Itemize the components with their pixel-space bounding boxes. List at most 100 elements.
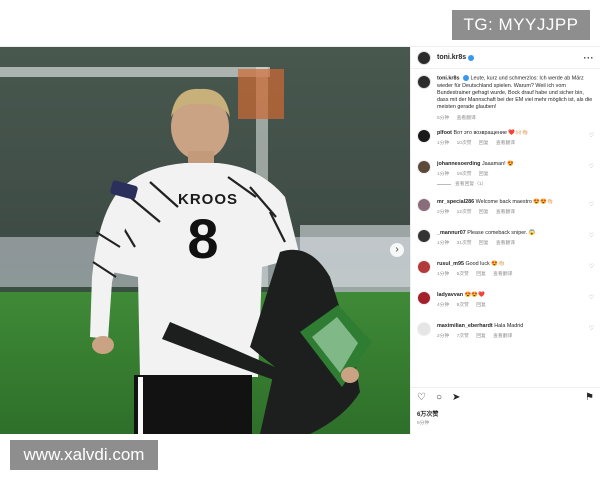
comment-likes[interactable]: 19次赞 — [457, 172, 472, 177]
view-replies-link[interactable]: 查看回复（1） — [437, 181, 587, 188]
more-options-icon[interactable]: ··· — [584, 53, 595, 63]
chevron-right-icon: › — [395, 244, 399, 255]
comment-item: _mannur07 Please comeback sniper. 😱 1分钟 … — [417, 229, 594, 260]
comment-avatar[interactable] — [417, 260, 431, 275]
comment-text: Welcome back maestro 😍😍👏🏻 — [475, 199, 554, 206]
translate-link[interactable]: 查看翻译 — [457, 116, 476, 121]
caption-text: Leute, kurz und schmerzlos: Ich werde ab… — [437, 75, 593, 111]
comment-likes[interactable]: 5次赞 — [457, 272, 469, 277]
page: KROOS 8 › toni.kr8s ··· toni.kr8s Leute,… — [0, 0, 600, 480]
jersey-number: 8 — [187, 207, 219, 270]
comment-item: ladyavvan 😍😍❤️ 4分钟 8次赞 回复 ♡ — [417, 291, 594, 322]
comment-item: rusul_m95 Good luck 😍👏🏻 1分钟 5次赞 回复 查看翻译 … — [417, 260, 594, 291]
comment-item: johannesoerding Jaaaman! 😍 1分钟 19次赞 回复 查… — [417, 160, 594, 198]
like-button-icon[interactable]: ♡ — [417, 392, 426, 403]
save-button-icon[interactable]: ⚑ — [585, 392, 594, 403]
comment-meta: 1分钟 19次赞 回复 — [437, 171, 587, 178]
comment-time: 1分钟 — [437, 241, 450, 247]
share-button-icon[interactable]: ➤ — [452, 392, 460, 403]
translate-link[interactable]: 查看翻译 — [493, 272, 512, 277]
reply-link[interactable]: 回复 — [479, 210, 489, 215]
comment-avatar[interactable] — [417, 291, 431, 306]
comment-text: Please comeback sniper. 😱 — [467, 230, 536, 237]
comments-list[interactable]: toni.kr8s Leute, kurz und schmerzlos: Ic… — [411, 69, 600, 367]
comment-likes[interactable]: 31次赞 — [457, 241, 472, 246]
heart-icon[interactable]: ♡ — [589, 163, 594, 170]
comment-text: Jaaaman! 😍 — [481, 161, 514, 168]
comment-avatar[interactable] — [417, 129, 431, 144]
likes-count[interactable]: 6万次赞 — [417, 409, 438, 418]
comment-username[interactable]: rusul_m95 — [437, 261, 464, 267]
comment-avatar[interactable] — [417, 198, 431, 213]
post-sidebar: toni.kr8s ··· toni.kr8s Leute, kurz und … — [410, 47, 600, 434]
heart-icon[interactable]: ♡ — [589, 294, 594, 301]
comment-username[interactable]: maximilian_eberhardt — [437, 323, 493, 329]
comment-text: 😍😍❤️ — [464, 292, 485, 299]
comment-likes[interactable]: 8次赞 — [457, 303, 469, 308]
caption-avatar[interactable] — [417, 75, 431, 89]
heart-icon[interactable]: ♡ — [589, 132, 594, 139]
reply-link[interactable]: 回复 — [476, 303, 486, 308]
next-image-button[interactable]: › — [390, 243, 404, 257]
reply-link[interactable]: 回复 — [479, 241, 489, 246]
translate-link[interactable]: 查看翻译 — [493, 334, 512, 339]
caption-username[interactable]: toni.kr8s — [437, 75, 459, 81]
post-photo[interactable]: KROOS 8 › — [0, 47, 410, 434]
comment-button-icon[interactable]: ○ — [436, 392, 442, 403]
comment-item: maximilian_eberhardt Hala Madrid 2分钟 7次赞… — [417, 322, 594, 353]
heart-icon[interactable]: ♡ — [589, 263, 594, 270]
comment-time: 1分钟 — [437, 272, 450, 278]
post-header: toni.kr8s ··· — [411, 47, 600, 69]
jersey-name: KROOS — [178, 191, 239, 208]
caption-time: 5分钟 — [437, 116, 450, 122]
watermark-bottom: www.xalvdi.com — [10, 440, 158, 470]
comment-meta: 2分钟 7次赞 回复 查看翻译 — [437, 333, 587, 340]
comment-text: Good luck 😍👏🏻 — [465, 261, 505, 268]
comment-meta: 1分钟 10次赞 回复 查看翻译 — [437, 140, 587, 147]
comment-username[interactable]: plfoot — [437, 130, 452, 136]
verified-badge-icon — [462, 75, 469, 81]
verified-badge-icon — [468, 54, 475, 61]
comment-likes[interactable]: 12次赞 — [457, 210, 472, 215]
reply-link[interactable]: 回复 — [479, 141, 489, 146]
comment-time: 2分钟 — [437, 210, 450, 216]
comment-avatar[interactable] — [417, 322, 431, 337]
comment-text: Вот это возвращение ❤️🙌🏻👏🏻 — [453, 130, 529, 137]
comment-username[interactable]: mr_special286 — [437, 199, 474, 205]
comment-time: 4分钟 — [437, 303, 450, 309]
comment-avatar[interactable] — [417, 160, 431, 175]
header-username[interactable]: toni.kr8s — [437, 54, 466, 61]
caption-meta: 5分钟 查看翻译 — [437, 114, 594, 121]
comment-likes[interactable]: 7次赞 — [457, 334, 469, 339]
post-time: 5分钟 — [417, 421, 430, 426]
comment-username[interactable]: _mannur07 — [437, 230, 466, 236]
comment-meta: 1分钟 5次赞 回复 查看翻译 — [437, 271, 587, 278]
heart-icon[interactable]: ♡ — [589, 232, 594, 239]
comment-username[interactable]: johannesoerding — [437, 161, 480, 167]
comment-avatar[interactable] — [417, 229, 431, 244]
comment-time: 2分钟 — [437, 334, 450, 340]
comment-item: mr_special286 Welcome back maestro 😍😍👏🏻 … — [417, 198, 594, 229]
avatar[interactable] — [417, 50, 431, 65]
reply-link[interactable]: 回复 — [476, 334, 486, 339]
instagram-post: KROOS 8 › toni.kr8s ··· toni.kr8s Leute,… — [0, 46, 600, 434]
translate-link[interactable]: 查看翻译 — [496, 210, 515, 215]
watermark-top: TG: MYYJJPP — [452, 10, 590, 40]
reply-link[interactable]: 回复 — [476, 272, 486, 277]
heart-icon[interactable]: ♡ — [589, 201, 594, 208]
heart-icon[interactable]: ♡ — [589, 325, 594, 332]
post-actions: ♡ ○ ➤ ⚑ — [411, 387, 600, 407]
caption: toni.kr8s Leute, kurz und schmerzlos: Ic… — [417, 75, 594, 121]
comment-meta: 2分钟 12次赞 回复 查看翻译 — [437, 209, 587, 216]
comment-time: 1分钟 — [437, 141, 450, 147]
translate-link[interactable]: 查看翻译 — [496, 241, 515, 246]
comment-text: Hala Madrid — [494, 323, 524, 330]
comment-username[interactable]: ladyavvan — [437, 292, 463, 298]
comment-meta: 1分钟 31次赞 回复 查看翻译 — [437, 240, 587, 247]
caption-text-block: toni.kr8s Leute, kurz und schmerzlos: Ic… — [437, 75, 594, 111]
translate-link[interactable]: 查看翻译 — [496, 141, 515, 146]
comment-meta: 4分钟 8次赞 回复 — [437, 302, 587, 309]
comment-item: plfoot Вот это возвращение ❤️🙌🏻👏🏻 1分钟 10… — [417, 129, 594, 160]
reply-link[interactable]: 回复 — [479, 172, 489, 177]
comment-likes[interactable]: 10次赞 — [457, 141, 472, 146]
